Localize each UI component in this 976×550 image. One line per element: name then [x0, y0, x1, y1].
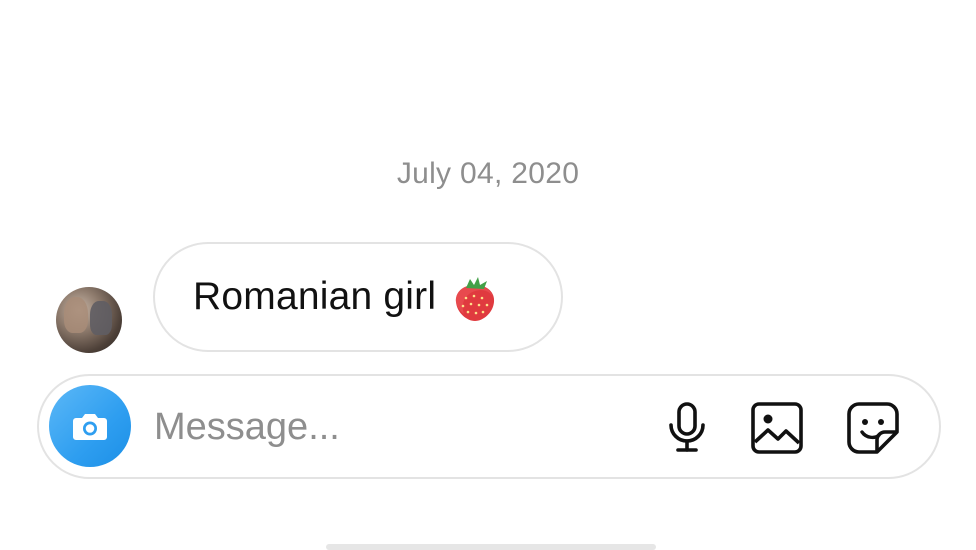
message-text: Romanian girl [193, 275, 437, 318]
camera-icon [73, 414, 107, 440]
home-indicator [326, 544, 656, 550]
microphone-button[interactable] [659, 400, 715, 456]
message-input[interactable] [154, 402, 594, 452]
avatar[interactable] [56, 287, 122, 353]
gallery-icon [751, 402, 803, 454]
strawberry-icon [456, 277, 495, 321]
message-composer [37, 374, 941, 479]
camera-button[interactable] [49, 385, 131, 467]
gallery-button[interactable] [749, 400, 805, 456]
date-divider: July 04, 2020 [396, 157, 580, 190]
sticker-icon [847, 402, 899, 454]
sticker-button[interactable] [845, 400, 901, 456]
message-bubble[interactable]: Romanian girl [153, 242, 563, 352]
microphone-icon [669, 402, 705, 452]
